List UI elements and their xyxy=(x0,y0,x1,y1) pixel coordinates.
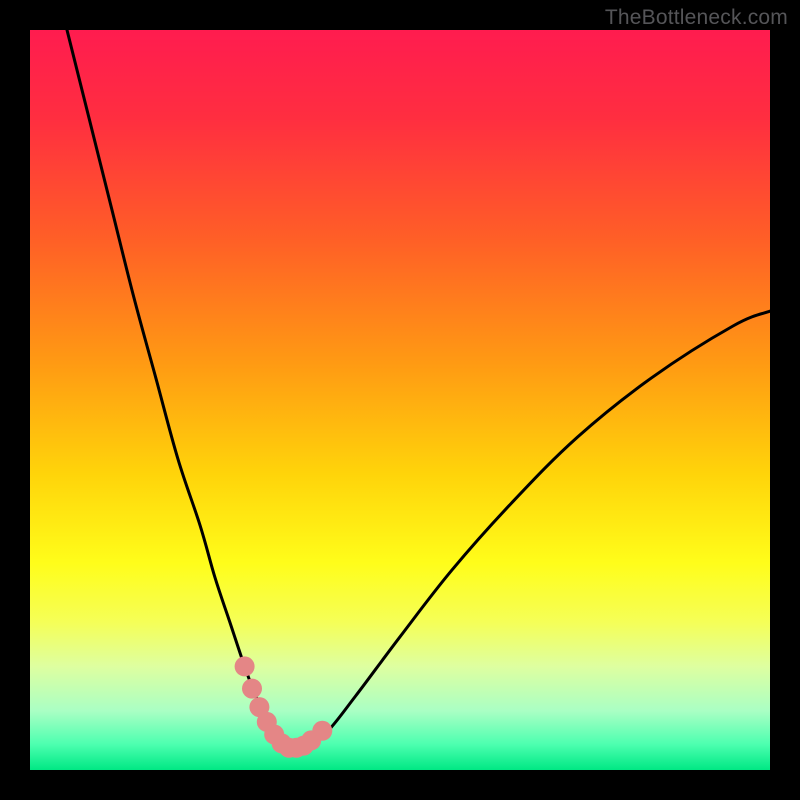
marker-point xyxy=(312,721,332,741)
marker-point xyxy=(242,679,262,699)
marker-point xyxy=(235,656,255,676)
chart-svg xyxy=(30,30,770,770)
plot-area xyxy=(30,30,770,770)
watermark-text: TheBottleneck.com xyxy=(605,6,788,30)
bottleneck-curve xyxy=(67,30,770,750)
highlight-markers xyxy=(235,656,333,757)
chart-frame: TheBottleneck.com xyxy=(0,0,800,800)
